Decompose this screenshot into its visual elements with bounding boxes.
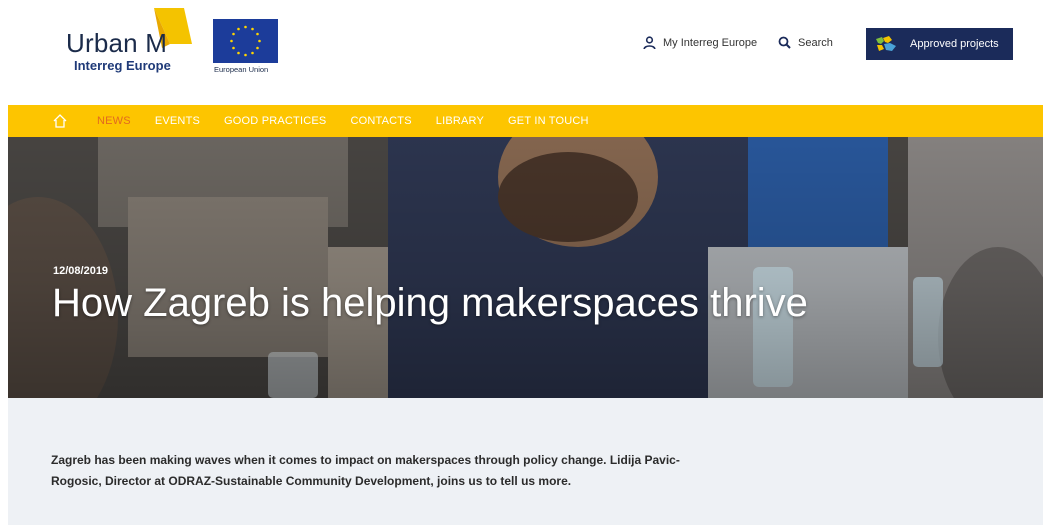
site-header: Urban M Interreg Europe European Union M… <box>0 0 1043 105</box>
search-icon <box>778 36 791 49</box>
eu-flag-icon <box>213 19 278 63</box>
nav-item-events[interactable]: EVENTS <box>155 115 200 127</box>
user-icon <box>643 36 656 50</box>
search-link[interactable]: Search <box>778 36 833 49</box>
article-date: 12/08/2019 <box>53 265 109 277</box>
search-label: Search <box>798 36 833 49</box>
nav-item-good-practices[interactable]: GOOD PRACTICES <box>224 115 326 127</box>
my-interreg-link[interactable]: My Interreg Europe <box>643 36 757 50</box>
urban-m-logo[interactable]: Urban M Interreg Europe <box>55 6 205 76</box>
approved-projects-button[interactable]: Approved projects <box>866 28 1013 60</box>
article-intro: Zagreb has been making waves when it com… <box>8 398 1043 525</box>
article-title: How Zagreb is helping makerspaces thrive <box>52 281 808 325</box>
home-icon[interactable] <box>51 112 69 130</box>
hero-shade <box>8 137 1043 398</box>
logo-title: Urban M <box>66 28 168 58</box>
eu-label: European Union <box>214 65 269 74</box>
logo-subtitle: Interreg Europe <box>74 58 171 73</box>
nav-item-library[interactable]: LIBRARY <box>436 115 484 127</box>
nav-item-contacts[interactable]: CONTACTS <box>350 115 411 127</box>
nav-item-get-in-touch[interactable]: GET IN TOUCH <box>508 115 589 127</box>
my-interreg-label: My Interreg Europe <box>663 37 758 49</box>
hero-banner: 12/08/2019 How Zagreb is helping makersp… <box>8 137 1043 398</box>
map-icon <box>876 36 896 51</box>
approved-projects-label: Approved projects <box>910 38 999 50</box>
intro-text: Zagreb has been making waves when it com… <box>51 453 680 488</box>
main-nav: NEWS EVENTS GOOD PRACTICES CONTACTS LIBR… <box>8 105 1043 137</box>
nav-item-news[interactable]: NEWS <box>97 115 131 127</box>
